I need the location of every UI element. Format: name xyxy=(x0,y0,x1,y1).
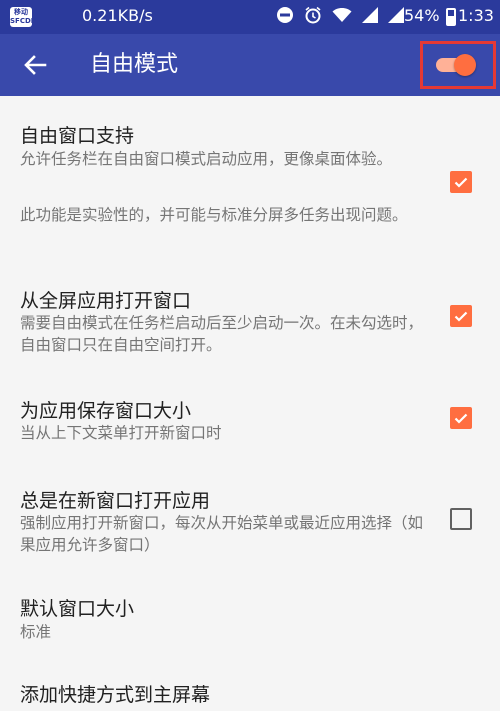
wifi-icon xyxy=(332,7,352,27)
pref-summary: 强制应用打开新窗口，每次从开始菜单或最近应用选择（如果应用允许多窗口） xyxy=(20,514,424,554)
check-icon xyxy=(454,413,468,424)
signal-icon xyxy=(388,7,404,27)
pref-save-window-size[interactable]: 为应用保存窗口大小 当从上下文菜单打开新窗口时 xyxy=(0,362,500,466)
checkbox-checked[interactable] xyxy=(450,407,472,429)
pref-summary: 允许任务栏在自由窗口模式启动应用，更像桌面体验。 xyxy=(20,150,393,168)
pref-title: 从全屏应用打开窗口 xyxy=(20,290,192,312)
checkbox-unchecked[interactable] xyxy=(450,508,472,530)
pref-title: 总是在新窗口打开应用 xyxy=(20,490,211,512)
status-icons xyxy=(276,6,414,28)
arrow-back-icon xyxy=(24,55,47,75)
checkbox-checked[interactable] xyxy=(450,171,472,193)
battery-icon xyxy=(446,8,456,26)
pref-add-shortcut[interactable]: 添加快捷方式到主屏幕 xyxy=(0,666,500,711)
pref-always-new-window[interactable]: 总是在新窗口打开应用 强制应用打开新窗口，每次从开始菜单或最近应用选择（如果应用… xyxy=(0,466,500,576)
app-logo: 移动 SFCDM xyxy=(10,7,38,27)
check-icon xyxy=(454,177,468,188)
alarm-icon xyxy=(304,6,322,28)
network-speed: 0.21KB/s xyxy=(82,6,153,25)
back-button[interactable] xyxy=(18,48,52,82)
pref-title: 自由窗口支持 xyxy=(20,125,135,147)
pref-freeform-support[interactable]: 自由窗口支持 允许任务栏在自由窗口模式启动应用，更像桌面体验。 此功能是实验性的… xyxy=(0,96,500,262)
pref-summary: 标准 xyxy=(20,623,52,641)
signal-icon xyxy=(362,7,378,27)
status-bar: 移动 SFCDM 0.21KB/s 54% 1:33 xyxy=(0,0,500,34)
pref-title: 默认窗口大小 xyxy=(20,598,135,620)
pref-title: 添加快捷方式到主屏幕 xyxy=(20,684,211,706)
pref-summary: 需要自由模式在任务栏启动后至少启动一次。在未勾选时，自由窗口只在自由空间打开。 xyxy=(20,314,424,354)
toolbar: 自由模式 xyxy=(0,34,500,96)
pref-default-window-size[interactable]: 默认窗口大小 标准 xyxy=(0,576,500,666)
pref-summary-note: 此功能是实验性的，并可能与标准分屏多任务出现问题。 xyxy=(20,206,408,224)
pref-summary: 当从上下文菜单打开新窗口时 xyxy=(20,424,222,442)
battery-percent: 54% xyxy=(404,6,440,25)
do-not-disturb-icon xyxy=(276,6,294,28)
pref-open-from-fullscreen[interactable]: 从全屏应用打开窗口 需要自由模式在任务栏启动后至少启动一次。在未勾选时，自由窗口… xyxy=(0,262,500,362)
page-title: 自由模式 xyxy=(90,52,179,77)
check-icon xyxy=(454,311,468,322)
checkbox-checked[interactable] xyxy=(450,305,472,327)
switch-thumb xyxy=(454,54,476,76)
pref-title: 为应用保存窗口大小 xyxy=(20,400,192,422)
clock: 1:33 xyxy=(458,6,494,25)
